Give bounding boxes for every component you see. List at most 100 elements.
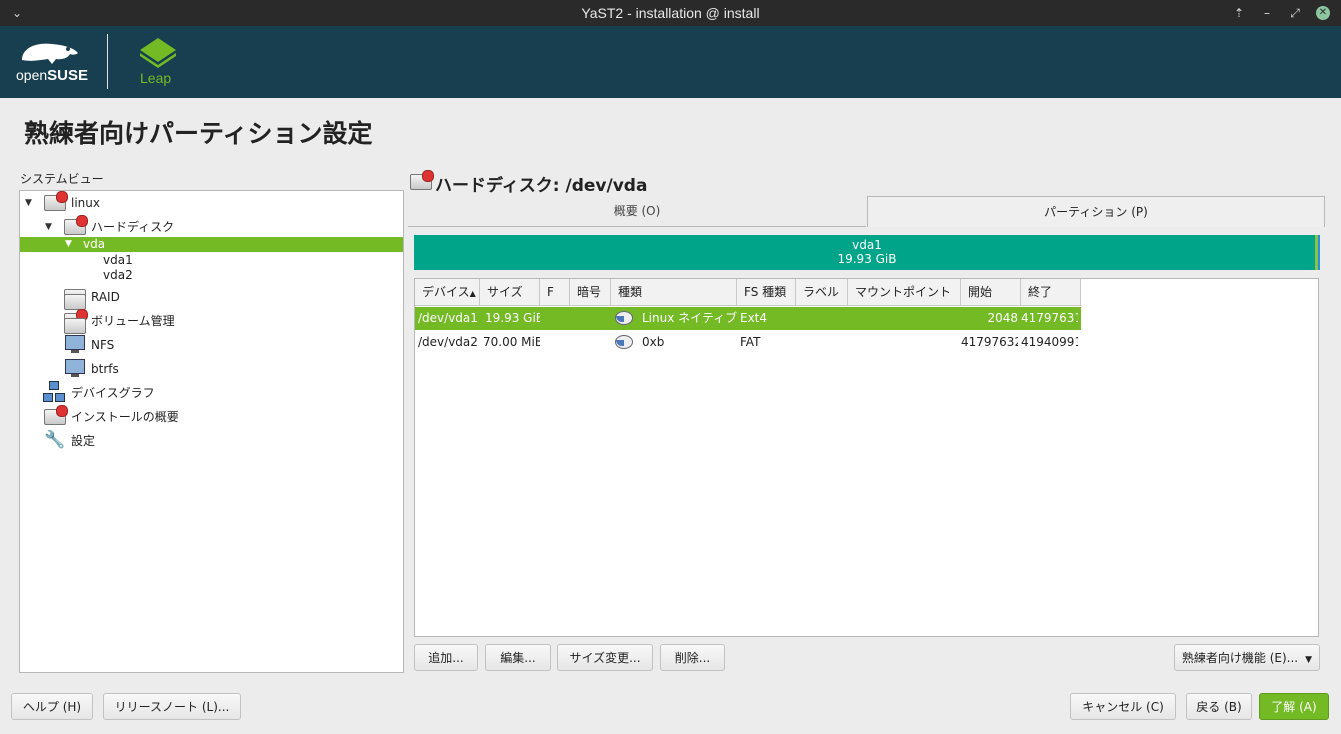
column-header-size[interactable]: サイズ — [480, 279, 540, 306]
tree-item-vda[interactable]: ▼ vda — [20, 237, 403, 252]
window-titlebar: ⌄ YaST2 - installation @ install ⇡ – ⤢ ✕ — [0, 0, 1341, 26]
tree-item-label: ボリューム管理 — [91, 314, 175, 328]
wrench-icon: 🔧 — [44, 430, 66, 450]
tree-item-vda2[interactable]: vda2 — [103, 268, 133, 283]
column-header-device[interactable]: デバイス▲ — [415, 279, 480, 306]
resize-button[interactable]: サイズ変更... — [557, 644, 653, 671]
maximize-icon[interactable]: ⤢ — [1288, 4, 1302, 22]
tree-item-nfs[interactable]: NFS — [20, 333, 403, 355]
leap-logo: Leap — [136, 36, 180, 92]
tab-overview[interactable]: 概要 (O) — [408, 196, 866, 227]
release-notes-button[interactable]: リリースノート (L)... — [103, 693, 241, 720]
tree-item-installation-summary[interactable]: インストールの概要 — [20, 405, 403, 427]
cell-fs-type: Ext4 — [740, 311, 768, 325]
dropdown-arrow-icon: ▼ — [1305, 655, 1313, 665]
monitor-icon — [62, 357, 86, 379]
tree-item-label: デバイスグラフ — [71, 386, 155, 400]
partition-pie-icon — [615, 311, 633, 325]
expert-menu-label: 熟練者向け機能 (E)... — [1181, 651, 1299, 665]
cell-start: 2048 — [987, 311, 1018, 325]
ok-button[interactable]: 了解 (A) — [1259, 693, 1329, 720]
tree-item-label: linux — [71, 196, 100, 210]
cell-device: /dev/vda2 — [418, 335, 478, 349]
column-header-end[interactable]: 終了 — [1021, 279, 1081, 306]
tree-item-label: vda2 — [103, 268, 133, 282]
raid-icon — [62, 285, 86, 310]
tab-partitions[interactable]: パーティション (P) — [867, 196, 1325, 227]
tree-item-vda1[interactable]: vda1 — [103, 253, 133, 268]
disk-heading-text: ハードディスク: /dev/vda — [435, 176, 648, 196]
minimize-icon[interactable]: – — [1260, 4, 1274, 22]
back-button[interactable]: 戻る (B) — [1186, 693, 1252, 720]
partition-table[interactable]: デバイス▲ サイズ F 暗号 種類 FS 種類 ラベル マウントポイント 開始 … — [414, 278, 1319, 637]
column-header-mount-point[interactable]: マウントポイント — [848, 279, 961, 306]
tree-item-device-graph[interactable]: デバイスグラフ — [20, 381, 403, 403]
system-view-label: システムビュー — [20, 172, 104, 186]
close-icon[interactable]: ✕ — [1316, 6, 1330, 20]
help-button[interactable]: ヘルプ (H) — [11, 693, 93, 720]
partition-bar-size: 19.93 GiB — [837, 252, 897, 266]
tree-item-label: vda1 — [103, 253, 133, 267]
expand-arrow-icon[interactable]: ▼ — [65, 237, 75, 252]
expert-menu-button[interactable]: 熟練者向け機能 (E)... ▼ — [1174, 644, 1320, 671]
cell-end: 41797631 — [1021, 311, 1078, 325]
cell-size: 19.93 GiB — [485, 311, 540, 325]
tree-item-raid[interactable]: RAID — [20, 285, 403, 310]
brand-suse: SUSE — [47, 67, 89, 84]
brand-banner: openSUSE Leap — [0, 26, 1341, 98]
pin-icon[interactable]: ⇡ — [1232, 4, 1246, 22]
table-row[interactable]: /dev/vda2 70.00 MiB 0xb FAT 41797632 419… — [415, 331, 1081, 354]
tree-item-label: ハードディスク — [91, 220, 175, 234]
partition-bar-free-segment — [1318, 235, 1320, 270]
device-graph-icon — [42, 381, 66, 403]
expand-arrow-icon[interactable]: ▼ — [45, 218, 55, 236]
cell-type: Linux ネイティブ — [642, 311, 737, 325]
cell-type: 0xb — [642, 335, 665, 349]
tree-item-label: インストールの概要 — [71, 410, 179, 424]
cell-end: 41940991 — [1021, 335, 1078, 349]
tree-item-label: btrfs — [91, 362, 119, 376]
tree-item-linux[interactable]: ▼ linux — [20, 191, 403, 213]
tree-item-btrfs[interactable]: btrfs — [20, 357, 403, 379]
delete-button[interactable]: 削除... — [660, 644, 725, 671]
column-header-encrypted[interactable]: 暗号 — [570, 279, 611, 306]
column-header-f[interactable]: F — [540, 279, 570, 306]
column-header-label-col[interactable]: ラベル — [796, 279, 848, 306]
hard-disk-icon — [62, 215, 88, 237]
column-header-label: デバイス — [422, 285, 470, 299]
column-header-start[interactable]: 開始 — [961, 279, 1021, 306]
tree-item-label: 設定 — [71, 434, 96, 448]
sort-ascending-icon: ▲ — [469, 289, 476, 298]
brand-open: open — [16, 67, 48, 83]
window-title: YaST2 - installation @ install — [581, 5, 760, 21]
tree-item-label: RAID — [91, 290, 120, 304]
chameleon-icon — [22, 43, 78, 64]
summary-disk-icon — [42, 405, 68, 427]
leap-word: Leap — [140, 70, 172, 86]
partition-bar-name: vda1 — [852, 238, 882, 252]
tab-bar: 概要 (O) パーティション (P) — [408, 196, 1325, 227]
partition-bar[interactable]: vda1 19.93 GiB — [414, 235, 1320, 270]
page-title: 熟練者向けパーティション設定 — [24, 119, 373, 148]
tree-item-label: NFS — [91, 338, 115, 352]
column-header-type[interactable]: 種類 — [611, 279, 737, 306]
computer-icon — [42, 191, 68, 213]
cell-size: 70.00 MiB — [483, 335, 540, 349]
add-button[interactable]: 追加... — [414, 644, 478, 671]
cancel-button[interactable]: キャンセル (C) — [1070, 693, 1176, 720]
banner-separator — [107, 34, 108, 89]
expand-arrow-icon[interactable]: ▼ — [25, 194, 35, 212]
partition-pie-icon — [615, 335, 633, 349]
leap-icon — [140, 38, 176, 68]
opensuse-logo: openSUSE — [16, 38, 89, 96]
hard-disk-icon — [408, 170, 434, 192]
tree-item-settings[interactable]: 🔧 設定 — [20, 430, 403, 450]
tree-item-volume-management[interactable]: ボリューム管理 — [20, 309, 403, 334]
system-view-tree[interactable]: ▼ linux ▼ ハードディスク ▼ vda vda1 vda2 RAID ボ… — [19, 190, 404, 673]
column-header-fs-type[interactable]: FS 種類 — [737, 279, 796, 306]
tree-item-hard-disks[interactable]: ▼ ハードディスク — [20, 215, 403, 237]
table-row[interactable]: /dev/vda1 19.93 GiB Linux ネイティブ Ext4 204… — [415, 307, 1081, 330]
edit-button[interactable]: 編集... — [485, 644, 551, 671]
cell-fs-type: FAT — [740, 335, 761, 349]
network-monitor-icon — [62, 333, 86, 355]
